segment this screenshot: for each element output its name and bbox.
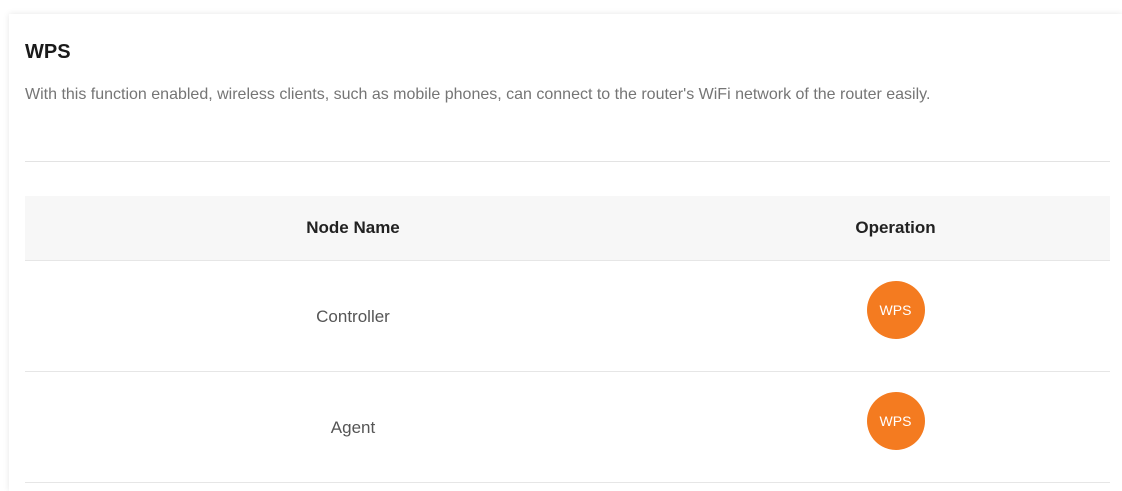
table-row: Agent WPS xyxy=(25,372,1110,483)
node-table: Node Name Operation Controller WPS Agent… xyxy=(25,196,1110,483)
operation-cell: WPS xyxy=(681,281,1110,339)
wps-button[interactable]: WPS xyxy=(866,392,925,450)
divider xyxy=(25,161,1110,162)
operation-cell: WPS xyxy=(681,392,1110,450)
table-header: Node Name Operation xyxy=(25,196,1110,261)
wps-panel: WPS With this function enabled, wireless… xyxy=(9,14,1122,491)
node-name-cell: Controller xyxy=(316,307,390,326)
table-row: Controller WPS xyxy=(25,261,1110,372)
header-node-name: Node Name xyxy=(306,218,400,237)
section-description: With this function enabled, wireless cli… xyxy=(25,86,931,103)
node-name-cell: Agent xyxy=(330,418,376,437)
header-operation: Operation xyxy=(855,218,936,237)
wps-button[interactable]: WPS xyxy=(866,281,925,339)
section-title: WPS xyxy=(25,41,71,63)
